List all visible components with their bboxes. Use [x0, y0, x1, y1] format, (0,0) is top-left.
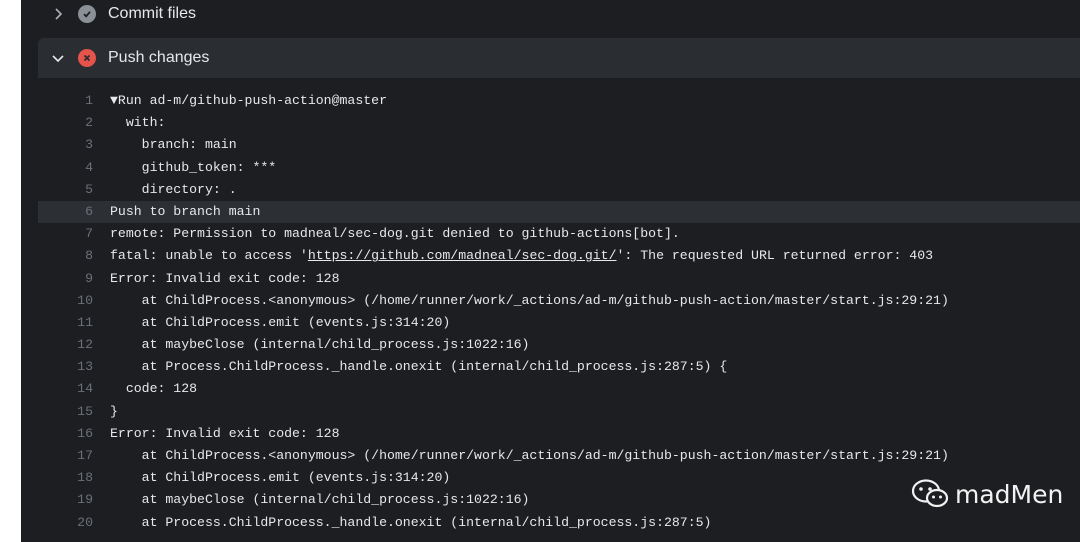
- log-line: 6 Push to branch main: [38, 200, 1080, 224]
- line-number[interactable]: 7: [38, 223, 93, 245]
- log-output: 1 ▼Run ad-m/github-push-action@master 2 wi…: [38, 90, 1080, 534]
- line-number[interactable]: 9: [38, 268, 93, 290]
- log-text: at Process.ChildProcess._handle.onexit (…: [110, 514, 712, 530]
- log-text: with:: [110, 115, 166, 131]
- log-text: fatal: unable to access 'https://github.…: [110, 245, 933, 267]
- log-line: 12 at maybeClose (internal/child_process…: [38, 334, 1080, 356]
- log-text: }: [110, 403, 118, 419]
- chevron-right-icon[interactable]: [50, 6, 66, 22]
- log-text: at ChildProcess.<anonymous> (/home/runne…: [110, 448, 949, 463]
- line-number[interactable]: 12: [38, 334, 93, 356]
- step-label: Push changes: [108, 49, 210, 66]
- step-push-changes[interactable]: Push changes: [38, 38, 1080, 78]
- line-number[interactable]: 4: [38, 157, 93, 179]
- log-text-segment: ': The requested URL returned error: 403: [616, 248, 934, 264]
- log-line: 8 fatal: unable to access 'https://github…: [38, 245, 1080, 267]
- log-text: Push to branch main: [110, 203, 261, 219]
- workflow-log-panel: Commit files Push changes 1 ▼Run ad-m/git…: [21, 0, 1080, 542]
- line-number[interactable]: 19: [38, 489, 93, 511]
- log-text: at ChildProcess.emit (events.js:314:20): [110, 470, 451, 486]
- line-number[interactable]: 18: [38, 467, 93, 489]
- line-number[interactable]: 11: [38, 312, 93, 334]
- failure-x-icon: [78, 49, 96, 67]
- log-line: 9 Error: Invalid exit code: 128: [38, 268, 1080, 290]
- log-line: 11 at ChildProcess.emit (events.js:314:2…: [38, 312, 1080, 334]
- line-number[interactable]: 10: [38, 290, 93, 312]
- log-text: at maybeClose (internal/child_process.js…: [110, 337, 530, 353]
- log-text: remote: Permission to madneal/sec-dog.gi…: [110, 226, 680, 242]
- line-number[interactable]: 2: [38, 112, 93, 134]
- log-text: Error: Invalid exit code: 128: [110, 425, 340, 441]
- log-text-segment: fatal: unable to access ': [110, 248, 308, 264]
- log-text: at ChildProcess.<anonymous> (/home/runne…: [110, 292, 949, 308]
- line-number[interactable]: 3: [38, 134, 93, 156]
- line-number[interactable]: 5: [38, 179, 93, 201]
- log-line: 5 directory: .: [38, 179, 1080, 201]
- line-number[interactable]: 14: [38, 378, 93, 400]
- line-number[interactable]: 1: [38, 90, 93, 112]
- line-number[interactable]: 15: [38, 401, 93, 423]
- line-number[interactable]: 17: [38, 445, 93, 467]
- log-line: 10 at ChildProcess.<anonymous> (/home/ru…: [38, 290, 1080, 312]
- step-label: Commit files: [108, 5, 197, 22]
- log-line: 17 at ChildProcess.<anonymous> (/home/ru…: [38, 445, 1080, 467]
- log-text: at ChildProcess.emit (events.js:314:20): [110, 314, 451, 330]
- log-line: 20 at Process.ChildProcess._handle.onexi…: [38, 512, 1080, 534]
- wechat-icon: [911, 479, 949, 508]
- log-text: at maybeClose (internal/child_process.js…: [110, 492, 530, 508]
- log-text: github_token: ***: [110, 159, 277, 175]
- log-text: directory: .: [110, 181, 237, 197]
- log-line: 1 ▼Run ad-m/github-push-action@master: [38, 90, 1080, 112]
- line-number[interactable]: 20: [38, 512, 93, 534]
- log-line: 15}: [38, 401, 1080, 423]
- log-text: ▼Run ad-m/github-push-action@master: [110, 93, 387, 108]
- line-number[interactable]: 16: [38, 423, 93, 445]
- log-text: Error: Invalid exit code: 128: [110, 270, 340, 286]
- step-commit-files[interactable]: Commit files: [21, 0, 1080, 28]
- log-url-link[interactable]: https://github.com/madneal/sec-dog.git/: [308, 248, 617, 263]
- success-check-icon: [78, 5, 96, 23]
- log-line: 14 code: 128: [38, 378, 1080, 400]
- watermark: madMen: [911, 479, 1063, 509]
- line-number[interactable]: 6: [38, 201, 93, 223]
- log-text: at Process.ChildProcess._handle.onexit (…: [110, 359, 728, 375]
- line-number[interactable]: 8: [38, 245, 93, 267]
- chevron-down-icon[interactable]: [50, 50, 66, 66]
- log-line: 4 github_token: ***: [38, 157, 1080, 179]
- line-number[interactable]: 13: [38, 356, 93, 378]
- watermark-text: madMen: [955, 479, 1064, 509]
- log-line: 2 with:: [38, 112, 1080, 134]
- log-line: 16 Error: Invalid exit code: 128: [38, 423, 1080, 445]
- log-text: branch: main: [110, 137, 237, 153]
- log-line: 3 branch: main: [38, 134, 1080, 156]
- log-line: 7 remote: Permission to madneal/sec-dog.g…: [38, 223, 1080, 245]
- log-line: 13 at Process.ChildProcess._handle.onexi…: [38, 356, 1080, 378]
- log-text: code: 128: [110, 381, 198, 397]
